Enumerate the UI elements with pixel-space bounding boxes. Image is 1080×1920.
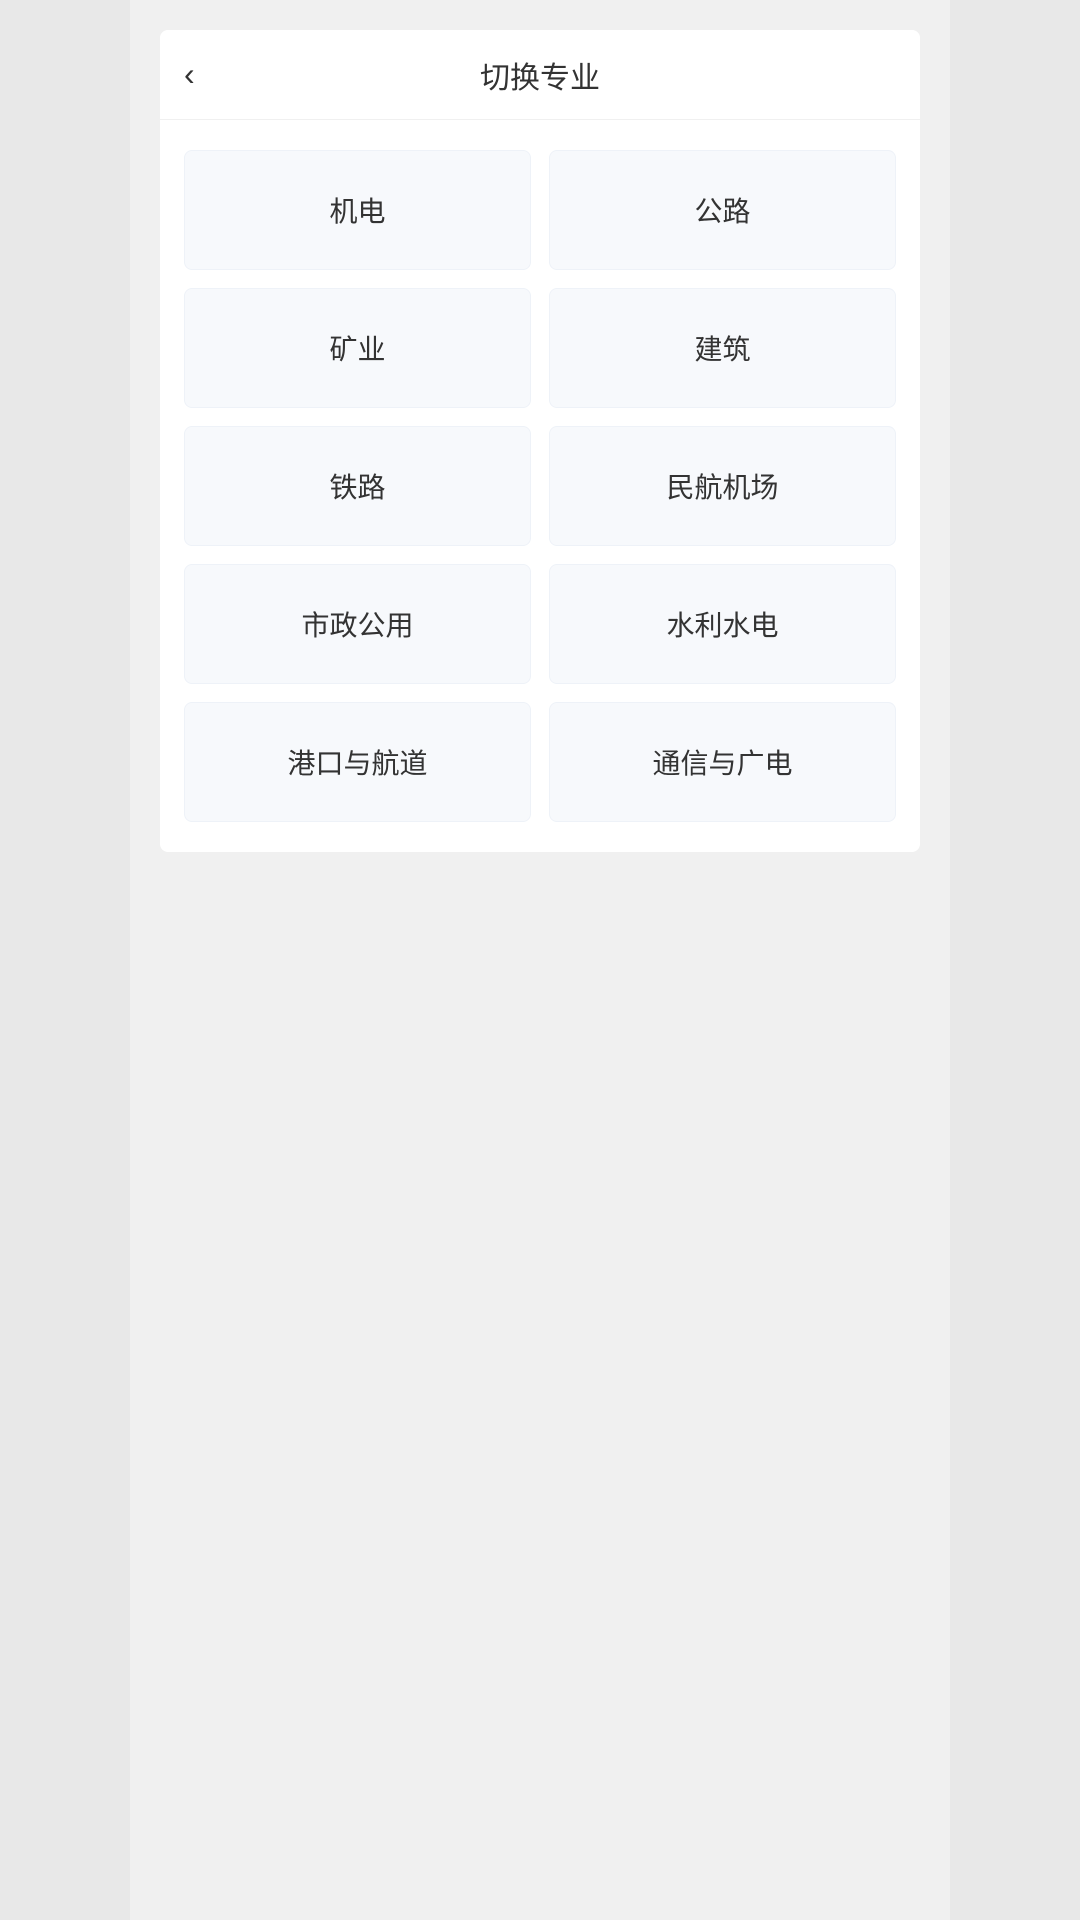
specialty-grid: 机电 公路矿业 建筑铁路 民航机场市政公用 水利水电港口与航道 通信与广电 [160, 120, 920, 852]
back-button[interactable]: ‹ [174, 46, 205, 103]
grid-item-mining[interactable]: 矿业 [184, 288, 531, 408]
grid-item-railway[interactable]: 铁路 [184, 426, 531, 546]
grid-item-label-mining: 矿业 [329, 328, 385, 368]
grid-item-municipal[interactable]: 市政公用 [184, 564, 531, 684]
grid-item-label-port-waterway: 港口与航道 [287, 742, 427, 782]
grid-item-architecture[interactable]: 建筑 [549, 288, 896, 408]
grid-item-label-civil-aviation: 民航机场 [666, 466, 778, 506]
phone-container: ‹ 切换专业 机电 公路矿业 建筑铁路 民航机场市政公用 水利水电港口与航道 通信与广电 [130, 0, 950, 1920]
grid-item-label-railway: 铁路 [329, 466, 385, 506]
grid-item-telecom-broadcast[interactable]: 通信与广电 [549, 702, 896, 822]
grid-item-mechanical-electrical[interactable]: 机电 [184, 150, 531, 270]
page-title: 切换专业 [480, 53, 600, 97]
grid-item-civil-aviation[interactable]: 民航机场 [549, 426, 896, 546]
header: ‹ 切换专业 [160, 30, 920, 120]
grid-item-label-telecom-broadcast: 通信与广电 [652, 742, 792, 782]
grid-item-label-highway: 公路 [694, 190, 750, 230]
grid-item-label-mechanical-electrical: 机电 [329, 190, 385, 230]
grid-item-water-conservancy[interactable]: 水利水电 [549, 564, 896, 684]
grid-item-label-municipal: 市政公用 [301, 604, 413, 644]
grid-item-highway[interactable]: 公路 [549, 150, 896, 270]
grid-item-port-waterway[interactable]: 港口与航道 [184, 702, 531, 822]
grid-item-label-water-conservancy: 水利水电 [666, 604, 778, 644]
grid-item-label-architecture: 建筑 [694, 328, 750, 368]
app-container: ‹ 切换专业 机电 公路矿业 建筑铁路 民航机场市政公用 水利水电港口与航道 通信与广电 [160, 30, 920, 852]
